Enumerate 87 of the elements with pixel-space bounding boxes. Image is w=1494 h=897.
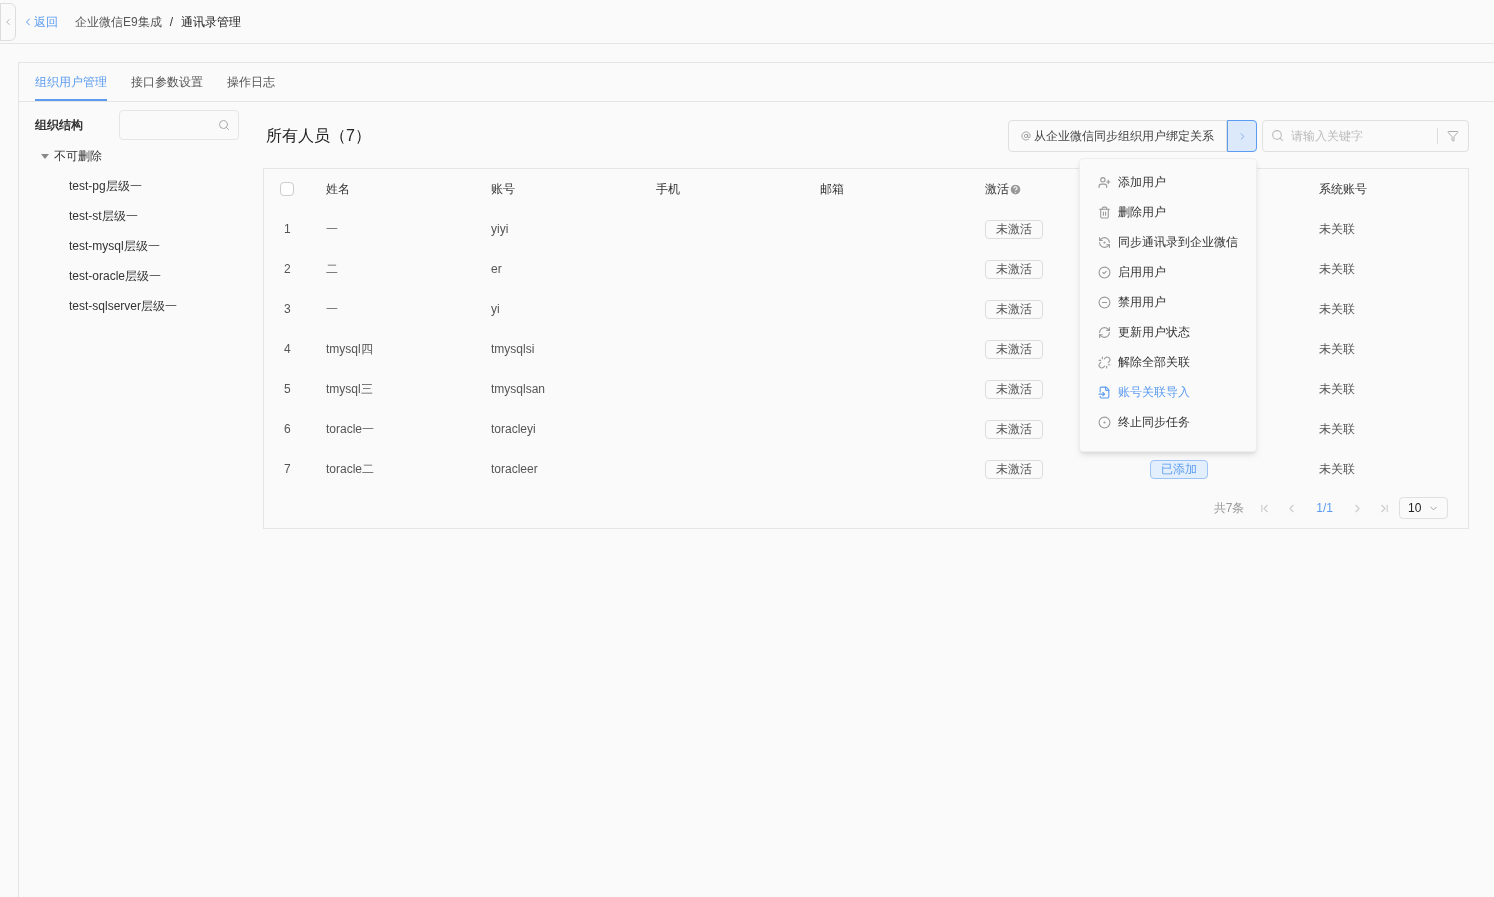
select-all-checkbox[interactable] xyxy=(280,182,294,196)
menu-item[interactable]: 禁用用户 xyxy=(1080,287,1256,317)
status-tag: 未激活 xyxy=(985,299,1043,319)
tree-search-field[interactable] xyxy=(119,110,239,140)
breadcrumb-separator: / xyxy=(169,13,174,31)
menu-item[interactable]: 添加用户 xyxy=(1080,167,1256,197)
tree-node[interactable]: test-oracle层级一 xyxy=(69,261,162,291)
page-indicator: 1/1 xyxy=(1315,500,1334,517)
breadcrumb-item: 通讯录管理 xyxy=(181,13,242,31)
table-cell: 未关联 xyxy=(1319,302,1355,316)
row-index: 7 xyxy=(284,462,291,476)
check-circle-icon xyxy=(1098,265,1111,279)
table-cell: toracleyi xyxy=(491,422,536,436)
at-icon xyxy=(1021,131,1031,141)
menu-item[interactable]: 启用用户 xyxy=(1080,257,1256,287)
table-cell: 未关联 xyxy=(1319,462,1355,476)
menu-item[interactable]: 更新用户状态 xyxy=(1080,317,1256,347)
row-index: 1 xyxy=(284,222,291,236)
table-cell: er xyxy=(491,262,502,276)
row-index: 2 xyxy=(284,262,291,276)
tab[interactable]: 接口参数设置 xyxy=(131,63,203,101)
status-tag: 未激活 xyxy=(985,419,1043,439)
table-cell: 未关联 xyxy=(1319,222,1355,236)
table-cell: yi xyxy=(491,302,500,316)
table-cell: 未关联 xyxy=(1319,262,1355,276)
refresh-icon xyxy=(1098,325,1111,339)
menu-item[interactable]: 删除用户 xyxy=(1080,197,1256,227)
status-tag: 未激活 xyxy=(985,219,1043,239)
breadcrumb-item[interactable]: 企业微信E9集成 xyxy=(75,12,162,31)
sync-icon xyxy=(1098,235,1111,249)
tree-node[interactable]: test-st层级一 xyxy=(69,201,138,231)
table-cell: tmysql四 xyxy=(326,342,373,356)
table-cell: 未关联 xyxy=(1319,342,1355,356)
status-tag: 未激活 xyxy=(985,379,1043,399)
tree-node[interactable]: test-pg层级一 xyxy=(69,171,142,201)
table-cell: toracle一 xyxy=(326,422,375,436)
column-header: 邮箱 xyxy=(820,182,844,196)
added-tag: 已添加 xyxy=(1150,459,1208,479)
minus-circle-icon xyxy=(1098,295,1111,309)
column-header: 姓名 xyxy=(326,182,350,196)
table-cell: yiyi xyxy=(491,222,509,236)
page-size-select[interactable]: 10 xyxy=(1399,497,1448,519)
menu-item[interactable]: 解除全部关联 xyxy=(1080,347,1256,377)
status-tag: 未激活 xyxy=(985,339,1043,359)
tab[interactable]: 操作日志 xyxy=(227,63,275,101)
collapse-handle[interactable] xyxy=(0,2,16,41)
dot-circle-icon xyxy=(1098,415,1111,429)
status-tag: 未激活 xyxy=(985,459,1043,479)
search-icon xyxy=(1271,129,1284,142)
column-header: 账号 xyxy=(491,182,515,196)
total-count: 共7条 xyxy=(1213,500,1245,517)
table-cell: 二 xyxy=(326,262,338,276)
list-title: 所有人员（7） xyxy=(266,126,371,146)
menu-item[interactable]: 终止同步任务 xyxy=(1080,407,1256,437)
help-icon xyxy=(1009,182,1022,196)
table-cell: 一 xyxy=(326,302,338,316)
row-index: 6 xyxy=(284,422,291,436)
table-cell: 未关联 xyxy=(1319,382,1355,396)
chevron-left-icon xyxy=(3,16,13,27)
tree-node[interactable]: test-sqlserver层级一 xyxy=(69,291,178,321)
table-cell: tmysqlsan xyxy=(491,382,546,396)
import-icon xyxy=(1098,385,1111,399)
sync-button[interactable]: 从企业微信同步组织用户绑定关系 xyxy=(1008,120,1227,152)
tree-node[interactable]: 不可删除 xyxy=(35,141,102,171)
tree-title: 组织结构 xyxy=(35,117,84,134)
filter-icon[interactable] xyxy=(1447,130,1459,142)
table-cell: tmysqlsi xyxy=(491,342,535,356)
column-header: 手机 xyxy=(656,182,680,196)
row-index: 4 xyxy=(284,342,291,356)
table-cell: toracle二 xyxy=(326,462,375,476)
table-cell: 一 xyxy=(326,222,338,236)
table-cell: toracleer xyxy=(491,462,538,476)
dropdown-toggle[interactable] xyxy=(1227,120,1257,152)
search-icon xyxy=(218,119,230,131)
user-plus-icon xyxy=(1098,175,1111,189)
status-tag: 未激活 xyxy=(985,259,1043,279)
table-cell: tmysql三 xyxy=(326,382,373,396)
tree-node[interactable]: test-mysql层级一 xyxy=(69,231,160,261)
column-header: 系统账号 xyxy=(1319,182,1367,196)
table-cell: 未关联 xyxy=(1319,422,1355,436)
menu-item[interactable]: 同步通讯录到企业微信 xyxy=(1080,227,1256,257)
trash-icon xyxy=(1098,205,1111,219)
column-header: 激活 xyxy=(985,181,1009,198)
unlink-icon xyxy=(1098,355,1111,369)
row-index: 3 xyxy=(284,302,291,316)
row-index: 5 xyxy=(284,382,291,396)
keyword-search-field[interactable]: 请输入关键字 xyxy=(1262,120,1469,152)
